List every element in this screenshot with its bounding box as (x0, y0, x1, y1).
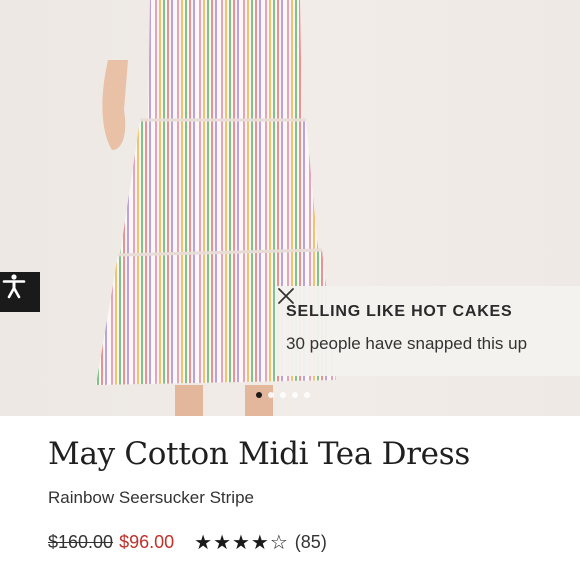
original-price: $160.00 (48, 531, 114, 552)
carousel-dot[interactable] (304, 392, 310, 398)
review-count[interactable]: (85) (295, 532, 327, 553)
product-variant: Rainbow Seersucker Stripe (48, 488, 254, 507)
star-rating[interactable]: ★★★★☆ (194, 530, 289, 554)
sale-price: $96.00 (119, 531, 175, 552)
price-rating-row: $160.00 $96.00 ★★★★☆ (85) (48, 530, 327, 554)
carousel-dot[interactable] (280, 392, 286, 398)
carousel-dots (256, 392, 310, 398)
toast-message: 30 people have snapped this up (286, 334, 528, 353)
carousel-dot[interactable] (268, 392, 274, 398)
accessibility-icon (2, 274, 26, 299)
carousel-dot[interactable] (292, 392, 298, 398)
toast-title: SELLING LIKE HOT CAKES (286, 303, 513, 320)
notification-toast: SELLING LIKE HOT CAKES 30 people have sn… (276, 286, 580, 376)
carousel-dot[interactable] (256, 392, 262, 398)
product-title: May Cotton Midi Tea Dress (48, 436, 470, 472)
close-icon[interactable] (276, 286, 296, 306)
accessibility-button[interactable] (0, 272, 40, 312)
product-image[interactable]: SELLING LIKE HOT CAKES 30 people have sn… (0, 0, 580, 416)
